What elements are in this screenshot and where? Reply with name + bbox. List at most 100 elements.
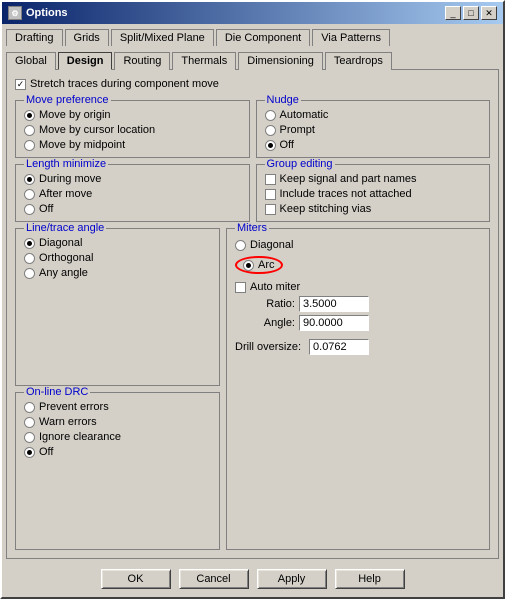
length-during-label: During move bbox=[39, 173, 101, 185]
arc-highlight: Arc bbox=[235, 256, 283, 274]
length-during-row: During move bbox=[24, 173, 241, 185]
cancel-button[interactable]: Cancel bbox=[179, 569, 249, 589]
stretch-traces-row: Stretch traces during component move bbox=[15, 78, 490, 90]
move-preference-title: Move preference bbox=[24, 94, 111, 106]
drc-ignore-label: Ignore clearance bbox=[39, 431, 121, 443]
angle-orthogonal-radio[interactable] bbox=[24, 253, 35, 264]
length-minimize-group: During move After move Off bbox=[24, 173, 241, 215]
miters-title: Miters bbox=[235, 222, 269, 234]
window-title: Options bbox=[26, 7, 68, 19]
minimize-button[interactable]: _ bbox=[445, 6, 461, 20]
tab-row-2: Global Design Routing Thermals Dimension… bbox=[2, 47, 503, 69]
drc-warn-label: Warn errors bbox=[39, 416, 97, 428]
tab-drafting[interactable]: Drafting bbox=[6, 29, 63, 46]
window-icon: ⚙ bbox=[8, 6, 22, 20]
drc-ignore-row: Ignore clearance bbox=[24, 431, 211, 443]
line-trace-angle-panel: Line/trace angle Diagonal Orthogonal bbox=[15, 228, 220, 386]
move-nudge-row: Move preference Move by origin Move by c… bbox=[15, 100, 490, 158]
ratio-row: Ratio: bbox=[235, 296, 481, 312]
stretch-traces-label: Stretch traces during component move bbox=[30, 78, 219, 90]
move-cursor-row: Move by cursor location bbox=[24, 124, 241, 136]
group-include-traces-row: Include traces not attached bbox=[265, 188, 482, 200]
length-off-radio[interactable] bbox=[24, 204, 35, 215]
auto-miter-row: Auto miter bbox=[235, 281, 481, 293]
nudge-title: Nudge bbox=[265, 94, 301, 106]
move-preference-panel: Move preference Move by origin Move by c… bbox=[15, 100, 250, 158]
help-button[interactable]: Help bbox=[335, 569, 405, 589]
drc-off-radio[interactable] bbox=[24, 447, 35, 458]
tab-die-component[interactable]: Die Component bbox=[216, 29, 310, 46]
drc-warn-radio[interactable] bbox=[24, 417, 35, 428]
nudge-prompt-radio[interactable] bbox=[265, 125, 276, 136]
drill-oversize-input[interactable] bbox=[309, 339, 369, 355]
tab-routing[interactable]: Routing bbox=[114, 52, 170, 70]
ok-button[interactable]: OK bbox=[101, 569, 171, 589]
close-button[interactable]: ✕ bbox=[481, 6, 497, 20]
angle-input[interactable] bbox=[299, 315, 369, 331]
tab-split-mixed-plane[interactable]: Split/Mixed Plane bbox=[111, 29, 214, 46]
nudge-group: Automatic Prompt Off bbox=[265, 109, 482, 151]
length-group-row: Length minimize During move After move O… bbox=[15, 164, 490, 222]
nudge-prompt-label: Prompt bbox=[280, 124, 315, 136]
length-after-row: After move bbox=[24, 188, 241, 200]
miter-diagonal-row: Diagonal bbox=[235, 239, 481, 251]
line-trace-angle-group: Diagonal Orthogonal Any angle bbox=[24, 237, 211, 279]
tab-thermals[interactable]: Thermals bbox=[172, 52, 236, 70]
drill-oversize-label: Drill oversize: bbox=[235, 341, 301, 353]
angle-orthogonal-row: Orthogonal bbox=[24, 252, 211, 264]
drc-prevent-radio[interactable] bbox=[24, 402, 35, 413]
miter-arc-radio[interactable] bbox=[243, 260, 254, 271]
length-after-radio[interactable] bbox=[24, 189, 35, 200]
miter-arc-row: Arc bbox=[235, 256, 481, 274]
angle-diagonal-label: Diagonal bbox=[39, 237, 82, 249]
move-cursor-radio[interactable] bbox=[24, 125, 35, 136]
length-after-label: After move bbox=[39, 188, 92, 200]
drc-ignore-radio[interactable] bbox=[24, 432, 35, 443]
move-midpoint-radio[interactable] bbox=[24, 140, 35, 151]
group-keep-stitching-row: Keep stitching vias bbox=[265, 203, 482, 215]
nudge-prompt-row: Prompt bbox=[265, 124, 482, 136]
move-origin-row: Move by origin bbox=[24, 109, 241, 121]
length-off-row: Off bbox=[24, 203, 241, 215]
apply-button[interactable]: Apply bbox=[257, 569, 327, 589]
nudge-off-radio[interactable] bbox=[265, 140, 276, 151]
footer: OK Cancel Apply Help bbox=[2, 563, 503, 597]
auto-miter-checkbox[interactable] bbox=[235, 282, 246, 293]
options-window: ⚙ Options _ □ ✕ Drafting Grids Split/Mix… bbox=[0, 0, 505, 599]
ratio-input[interactable] bbox=[299, 296, 369, 312]
angle-any-row: Any angle bbox=[24, 267, 211, 279]
length-minimize-title: Length minimize bbox=[24, 158, 108, 170]
tab-global[interactable]: Global bbox=[6, 52, 56, 70]
ratio-label: Ratio: bbox=[235, 298, 295, 310]
stretch-traces-checkbox[interactable] bbox=[15, 79, 26, 90]
group-include-traces-checkbox[interactable] bbox=[265, 189, 276, 200]
drc-off-label: Off bbox=[39, 446, 53, 458]
miters-group: Diagonal Arc Auto miter bbox=[235, 239, 481, 293]
move-midpoint-label: Move by midpoint bbox=[39, 139, 125, 151]
tab-content: Stretch traces during component move Mov… bbox=[6, 69, 499, 559]
nudge-automatic-row: Automatic bbox=[265, 109, 482, 121]
online-drc-group: Prevent errors Warn errors Ignore cleara… bbox=[24, 401, 211, 458]
angle-any-radio[interactable] bbox=[24, 268, 35, 279]
tab-design[interactable]: Design bbox=[58, 52, 113, 70]
group-keep-signal-row: Keep signal and part names bbox=[265, 173, 482, 185]
miter-diagonal-radio[interactable] bbox=[235, 240, 246, 251]
move-origin-radio[interactable] bbox=[24, 110, 35, 121]
miters-panel: Miters Diagonal Arc bbox=[226, 228, 490, 550]
title-bar-left: ⚙ Options bbox=[8, 6, 68, 20]
move-preference-group: Move by origin Move by cursor location M… bbox=[24, 109, 241, 151]
tab-dimensioning[interactable]: Dimensioning bbox=[238, 52, 323, 70]
tab-via-patterns[interactable]: Via Patterns bbox=[312, 29, 390, 46]
angle-any-label: Any angle bbox=[39, 267, 88, 279]
online-drc-title: On-line DRC bbox=[24, 386, 90, 398]
maximize-button[interactable]: □ bbox=[463, 6, 479, 20]
nudge-automatic-radio[interactable] bbox=[265, 110, 276, 121]
group-keep-signal-checkbox[interactable] bbox=[265, 174, 276, 185]
tab-grids[interactable]: Grids bbox=[65, 29, 109, 46]
angle-diagonal-radio[interactable] bbox=[24, 238, 35, 249]
angle-row: Angle: bbox=[235, 315, 481, 331]
group-keep-stitching-checkbox[interactable] bbox=[265, 204, 276, 215]
angle-label: Angle: bbox=[235, 317, 295, 329]
tab-teardrops[interactable]: Teardrops bbox=[325, 52, 392, 70]
length-during-radio[interactable] bbox=[24, 174, 35, 185]
